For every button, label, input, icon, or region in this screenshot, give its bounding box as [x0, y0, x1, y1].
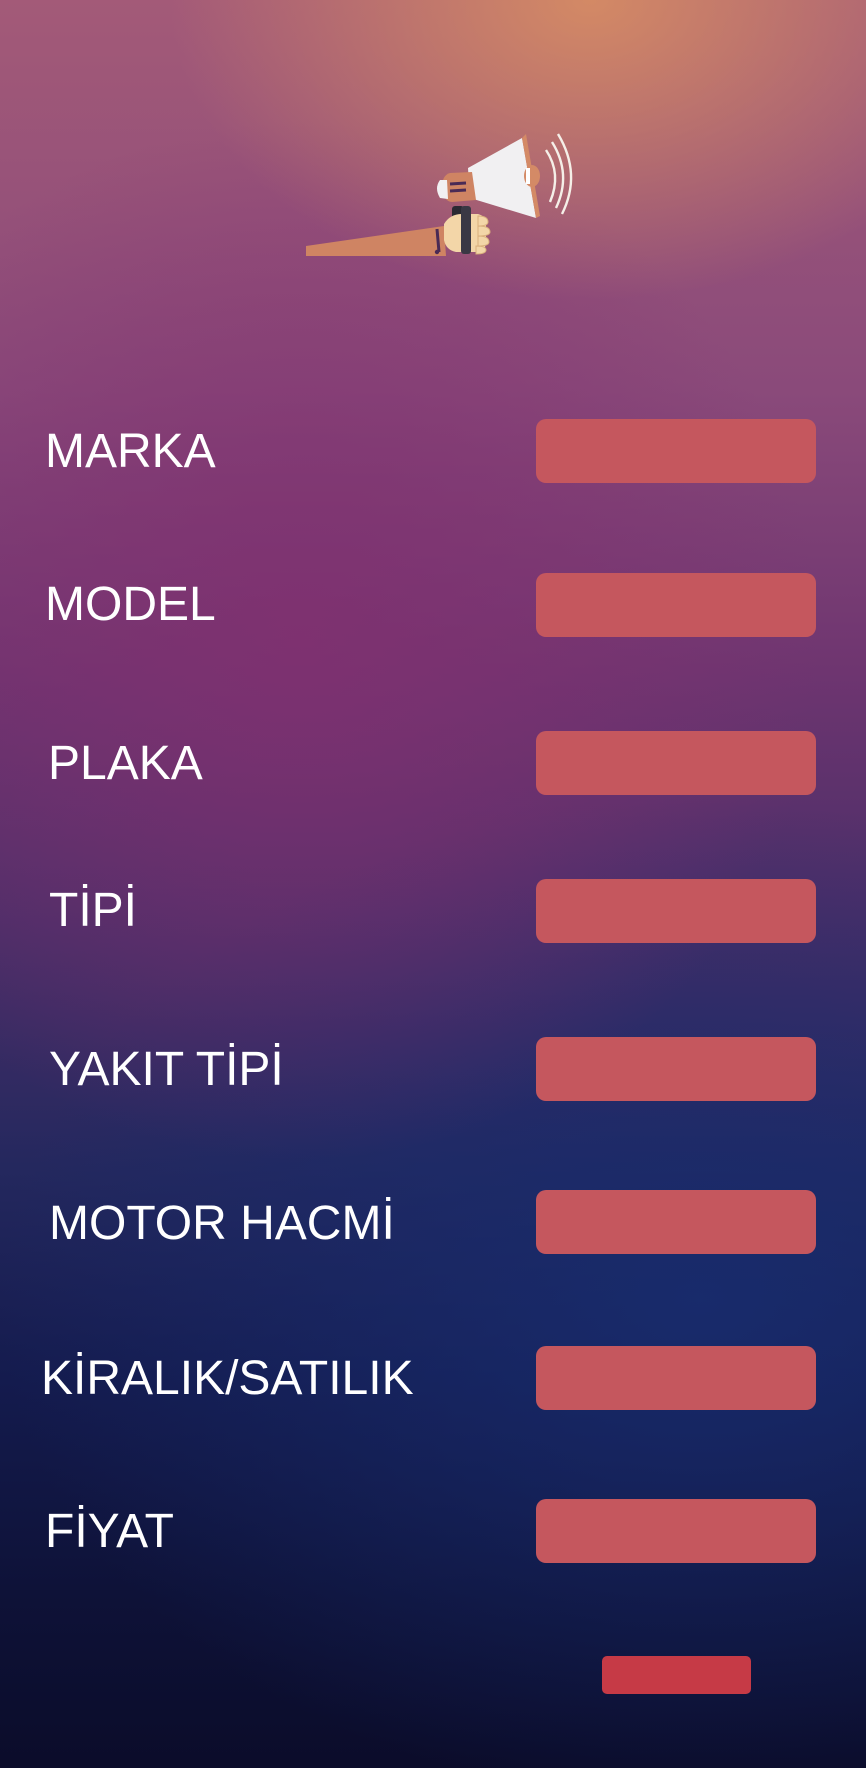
model-input[interactable] [536, 573, 816, 637]
kiralik-satilik-label: KİRALIK/SATILIK [41, 1352, 414, 1405]
tipi-label: TİPİ [49, 884, 138, 937]
marka-input[interactable] [536, 419, 816, 483]
yakit-tipi-label: YAKIT TİPİ [49, 1043, 284, 1096]
kiralik-satilik-input[interactable] [536, 1346, 816, 1410]
tipi-input[interactable] [536, 879, 816, 943]
fiyat-label: FİYAT [45, 1505, 174, 1558]
motor-hacmi-input[interactable] [536, 1190, 816, 1254]
fiyat-input[interactable] [536, 1499, 816, 1563]
megaphone-icon [306, 133, 573, 256]
marka-label: MARKA [45, 425, 216, 478]
ad-form-screen: MARKA MODEL PLAKA TİPİ YAKIT TİPİ MOTOR … [0, 0, 866, 1768]
yakit-tipi-input[interactable] [536, 1037, 816, 1101]
plaka-input[interactable] [536, 731, 816, 795]
plaka-label: PLAKA [48, 737, 203, 790]
motor-hacmi-label: MOTOR HACMİ [49, 1197, 395, 1250]
model-label: MODEL [45, 578, 216, 631]
submit-button[interactable] [602, 1656, 751, 1694]
